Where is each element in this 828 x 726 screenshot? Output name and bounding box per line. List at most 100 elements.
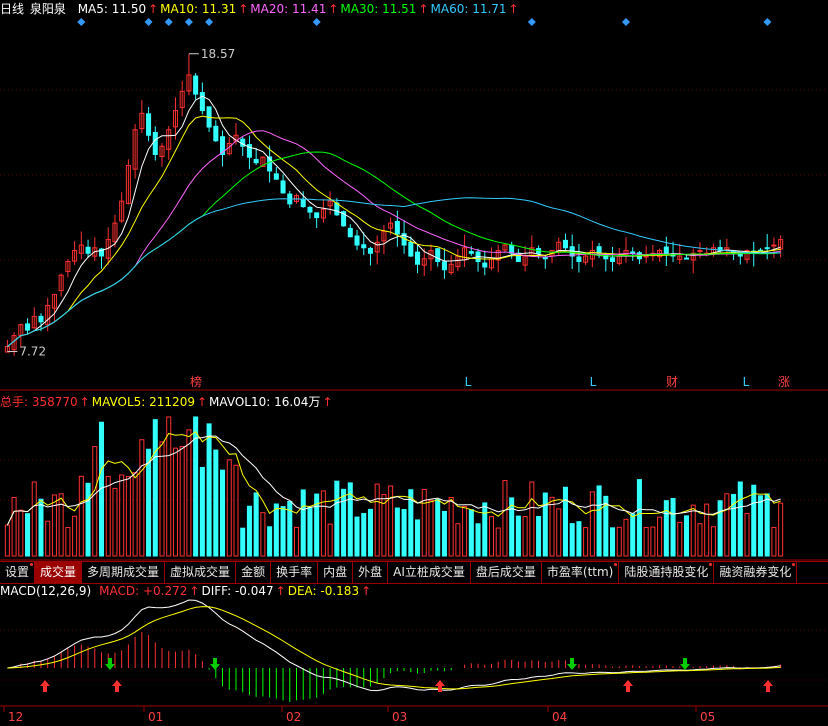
volume-bar	[31, 481, 37, 557]
volume-bar	[146, 448, 152, 557]
volume-bar	[562, 486, 568, 557]
candle	[630, 251, 636, 254]
ma-line	[7, 197, 781, 347]
candle	[260, 156, 266, 168]
candle	[213, 125, 219, 142]
candle	[240, 138, 246, 147]
candle	[381, 230, 387, 242]
event-marker: 财	[666, 375, 678, 389]
candle	[374, 241, 380, 253]
tab-3[interactable]: 虚拟成交量	[165, 562, 237, 583]
candle	[280, 180, 286, 194]
volume-bar	[515, 515, 521, 557]
volume-bar	[139, 439, 145, 557]
volume-bar	[132, 471, 138, 557]
stock-chart[interactable]: 18.57 7.72 榜 L L 财 L 涨 12 01 02 03 04 05	[0, 0, 828, 726]
candle	[731, 250, 737, 254]
ma-legend-item: MA60: 11.71	[430, 2, 507, 16]
tab-11[interactable]: 陆股通持股变化	[619, 562, 715, 583]
ma-legend-item: MA20: 11.41	[250, 2, 327, 16]
tab-dot-icon	[30, 563, 34, 566]
candle	[65, 261, 71, 272]
tab-9[interactable]: 盘后成交量	[471, 562, 542, 583]
ma-legend-item: MA5: 11.50	[77, 2, 147, 16]
tab-6[interactable]: 内盘	[318, 562, 354, 583]
candle	[549, 250, 555, 257]
tab-2[interactable]: 多周期成交量	[82, 562, 166, 583]
candle	[105, 239, 111, 259]
candle	[603, 254, 609, 260]
indicator-tabs: 设置 成交量 多周期成交量 虚拟成交量 金额 换手率 内盘 外盘 AI立桩成交量 盘后成交量 市盈率…	[0, 561, 828, 584]
candle	[509, 244, 515, 254]
tab-7[interactable]: 外盘	[353, 562, 389, 583]
candle	[273, 173, 279, 180]
candle	[636, 252, 642, 260]
candle	[361, 244, 367, 249]
macd-legend-item: MACD: +0.272	[99, 584, 188, 598]
volume-bar	[307, 506, 313, 557]
volume-bar	[468, 509, 474, 557]
volume-legend: 总手: 358770 ↑ MAVOL5: 211209 ↑ MAVOL10: 16.04…	[0, 394, 337, 410]
volume-bar	[112, 487, 118, 557]
volume-bar	[724, 493, 730, 557]
volume-bar	[273, 503, 279, 557]
volume-bar	[152, 419, 158, 557]
volume-bar	[441, 510, 447, 557]
sell-arrow-icon	[210, 658, 220, 670]
candle	[58, 274, 64, 292]
candle	[562, 239, 568, 249]
candle	[45, 304, 51, 326]
candle	[159, 145, 165, 157]
candle	[300, 199, 306, 208]
up-arrow-icon: ↑	[322, 395, 333, 409]
x-tick-label: 01	[148, 710, 163, 724]
candle	[112, 222, 118, 243]
candle	[327, 200, 333, 207]
candle	[462, 247, 468, 261]
tab-0[interactable]: 设置	[0, 562, 36, 583]
volume-bar	[341, 488, 347, 557]
candle	[166, 129, 172, 150]
candle	[536, 248, 542, 254]
candle	[435, 248, 441, 263]
candle	[152, 131, 158, 155]
macd-legend-item: MACD(12,26,9)	[0, 584, 92, 598]
tab-1[interactable]: 成交量	[35, 562, 83, 583]
ma-legend: MA5: 11.50 ↑ MA10: 11.31 ↑ MA20: 11.41 ↑ MA30:…	[78, 2, 521, 16]
candle	[341, 211, 347, 227]
tab-4[interactable]: 金额	[236, 562, 272, 583]
candle	[455, 255, 461, 268]
volume-bar	[542, 492, 548, 557]
diamond-marker-icon	[763, 18, 772, 26]
diff-line	[7, 599, 781, 692]
tab-5[interactable]: 换手率	[271, 562, 319, 583]
tab-12[interactable]: 融资融券变化	[714, 562, 798, 583]
event-marker: L	[590, 375, 597, 389]
volume-bar	[428, 499, 434, 557]
volume-bar	[226, 459, 232, 557]
volume-legend-item: MAVOL10: 16.04万	[209, 395, 321, 409]
tab-8[interactable]: AI立桩成交量	[388, 562, 471, 583]
candle	[683, 257, 690, 260]
period-label[interactable]: 日线	[0, 2, 24, 16]
volume-bar	[643, 527, 649, 557]
volume-bar	[334, 480, 340, 557]
volume-bar	[455, 523, 461, 557]
sell-arrow-icon	[105, 658, 115, 670]
tab-10[interactable]: 市盈率(ttm)	[542, 562, 620, 583]
volume-bar	[589, 491, 595, 557]
volume-bar	[374, 483, 380, 557]
candle	[657, 250, 663, 258]
candle	[475, 251, 481, 263]
volume-bar	[704, 503, 710, 557]
candle	[764, 247, 770, 250]
candle	[125, 164, 131, 204]
candle	[98, 248, 105, 257]
candle	[697, 250, 703, 253]
diamond-marker-icon	[164, 18, 173, 26]
volume-bar	[11, 497, 17, 557]
volume-bar	[569, 523, 575, 557]
volume-bar	[495, 527, 501, 557]
volume-bar	[38, 498, 44, 557]
candle	[468, 251, 474, 254]
